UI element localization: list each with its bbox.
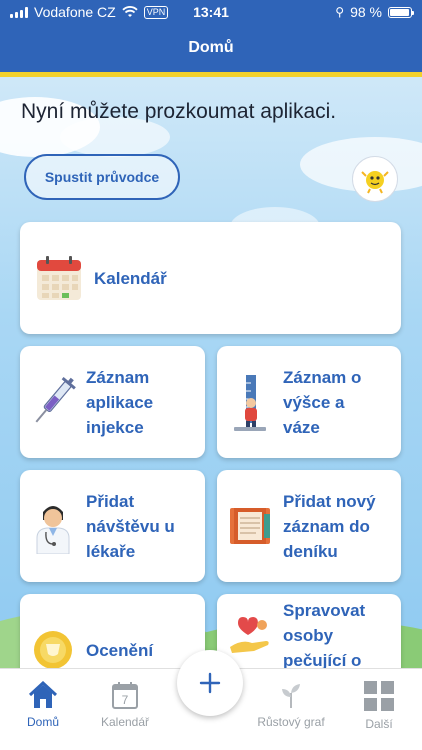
- status-bar: Vodafone CZ VPN 13:41 ⚲ 98 %: [0, 0, 422, 24]
- calendar-card-label: Kalendář: [94, 268, 167, 288]
- start-guide-button[interactable]: Spustit průvodce: [24, 154, 180, 200]
- calendar-card[interactable]: Kalendář: [20, 222, 401, 334]
- height-measure-icon: [217, 373, 283, 431]
- vpn-badge: VPN: [143, 5, 169, 19]
- nav-title: Domů: [188, 39, 234, 56]
- injection-card-label: Záznam aplikace injekce: [86, 367, 154, 437]
- mascot-avatar[interactable]: [352, 156, 398, 202]
- mascot-icon: [361, 171, 389, 194]
- add-button[interactable]: [177, 650, 243, 716]
- rotation-lock-icon: ⚲: [335, 5, 345, 19]
- tab-growth-label: Růstový graf: [257, 715, 325, 729]
- tab-home[interactable]: Domů: [3, 681, 83, 729]
- doctor-visit-card[interactable]: Přidat návštěvu u lékaře: [20, 470, 205, 582]
- carrier-name: Vodafone CZ: [34, 4, 116, 20]
- injection-card[interactable]: Záznam aplikace injekce: [20, 346, 205, 458]
- battery-percent: 98 %: [350, 4, 382, 20]
- syringe-icon: [20, 372, 86, 432]
- nav-bar: Domů: [0, 24, 422, 72]
- tab-more[interactable]: Další: [339, 681, 419, 731]
- wifi-icon: [122, 6, 138, 17]
- grid-icon: [364, 681, 394, 711]
- tab-calendar-label: Kalendář: [100, 715, 150, 729]
- diary-card-label: Přidat nový záznam do deníku: [283, 491, 376, 561]
- doctor-visit-card-label: Přidat návštěvu u lékaře: [86, 491, 175, 561]
- diary-card[interactable]: Přidat nový záznam do deníku: [217, 470, 401, 582]
- tab-home-label: Domů: [26, 715, 59, 729]
- doctor-icon: [20, 498, 86, 554]
- calendar-icon: [26, 253, 92, 303]
- caregivers-card-label: Spravovat osoby pečující o: [283, 601, 366, 670]
- award-medal-icon: [20, 628, 86, 672]
- battery-icon: [388, 6, 414, 18]
- calendar-tab-day: 7: [122, 693, 129, 707]
- home-icon: [28, 681, 58, 708]
- tab-calendar[interactable]: 7 Kalendář: [85, 681, 165, 729]
- tab-growth-chart[interactable]: Růstový graf: [251, 681, 331, 729]
- tab-more-label: Další: [365, 717, 393, 731]
- clock: 13:41: [193, 4, 229, 20]
- plus-icon: [199, 672, 221, 694]
- height-weight-card-label: Záznam o výšce a váze: [283, 367, 362, 437]
- diary-icon: [217, 504, 283, 548]
- signal-icon: [10, 6, 28, 18]
- height-weight-card[interactable]: Záznam o výšce a váze: [217, 346, 401, 458]
- plant-icon: [282, 684, 300, 708]
- calendar-tab-icon: 7: [112, 682, 138, 709]
- intro-text: Nyní můžete prozkoumat aplikaci.: [21, 100, 337, 123]
- awards-card-label: Ocenění: [86, 640, 154, 660]
